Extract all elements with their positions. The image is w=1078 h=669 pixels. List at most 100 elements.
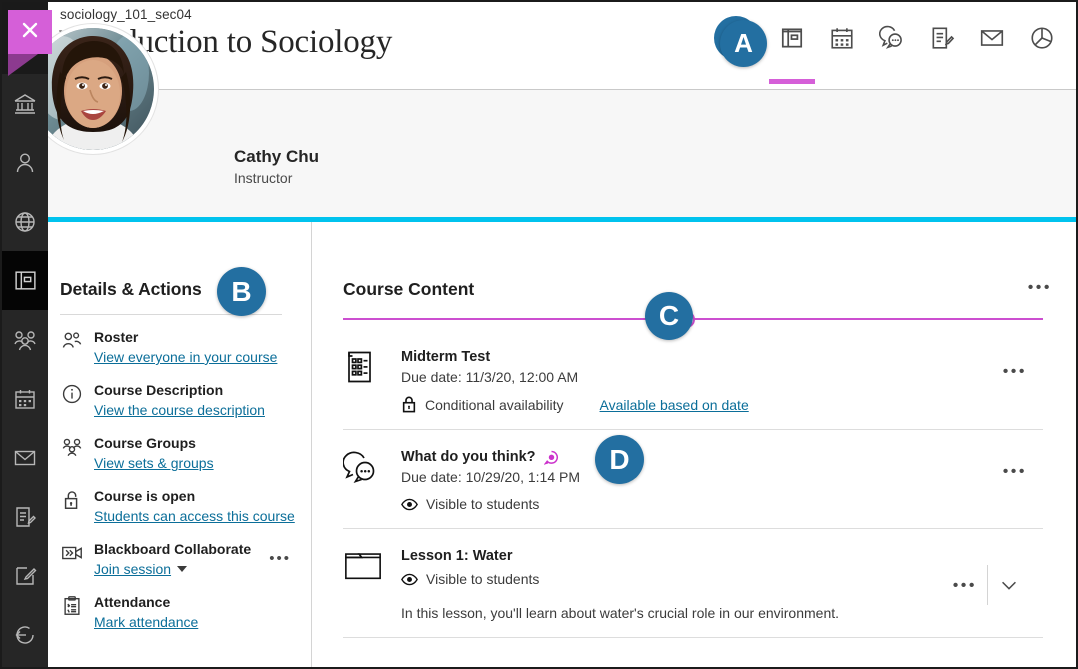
content-item-description: In this lesson, you'll learn about water… (401, 605, 840, 621)
grades-document-icon (13, 505, 37, 529)
folder-icon (343, 546, 401, 621)
tab-course-content[interactable] (769, 25, 815, 84)
calendar-icon (829, 25, 855, 56)
instructor-role: Instructor (234, 170, 293, 186)
pie-chart-icon (1029, 25, 1055, 56)
institution-icon (13, 92, 37, 116)
groups-people-icon (60, 434, 84, 474)
tab-analytics[interactable] (1026, 25, 1058, 57)
content-item-due-date: Due date: 10/29/20, 1:14 PM (401, 469, 581, 485)
detail-link-roster[interactable]: View everyone in your course (94, 349, 277, 365)
open-lock-icon (60, 487, 84, 527)
detail-title: Course Groups (94, 435, 196, 451)
course-id: sociology_101_sec04 (60, 7, 192, 22)
discussion-bubbles-icon (878, 25, 906, 57)
pencil-square-icon (13, 564, 37, 588)
roster-people-icon (60, 328, 84, 368)
lock-icon (401, 396, 417, 413)
course-content-title: Course Content (343, 279, 475, 299)
close-icon (19, 19, 41, 46)
envelope-icon (13, 446, 37, 470)
blackboard-course-page: sociology_101_sec04 Introduction to Soci… (0, 0, 1078, 669)
annotation-badge-d: D (595, 435, 644, 484)
detail-title: Course is open (94, 488, 196, 504)
detail-link-course-open[interactable]: Students can access this course (94, 508, 295, 524)
discussion-badge-icon (543, 450, 559, 465)
tab-messages[interactable] (976, 25, 1008, 57)
detail-row-collaborate: Blackboard Collaborate Join session ••• (60, 527, 311, 580)
content-item-overflow-menu[interactable]: ••• (1003, 464, 1027, 480)
content-item-midterm-test[interactable]: Midterm Test Due date: 11/3/20, 12:00 AM (343, 330, 1043, 430)
rail-item-grades[interactable] (2, 487, 48, 546)
rail-item-institution-page[interactable] (2, 74, 48, 133)
detail-title: Roster (94, 329, 139, 345)
envelope-icon (979, 25, 1005, 56)
eye-icon (401, 573, 418, 586)
discussion-icon (342, 447, 401, 512)
details-title: Details & Actions (60, 279, 202, 299)
main-content: Details & Actions Roster View everyone i… (48, 222, 1076, 667)
chevron-down-icon[interactable] (177, 566, 188, 572)
content-item-discussion[interactable]: What do you think? Due date: 10/29/20, 1… (342, 430, 1043, 529)
conditional-availability-link[interactable]: Available based on date (600, 397, 749, 413)
content-item-overflow-menu[interactable]: ••• (953, 578, 977, 594)
globe-icon (13, 210, 37, 234)
instructor-name: Cathy Chu (234, 147, 319, 166)
sign-out-icon (13, 623, 37, 647)
tab-gradebook[interactable] (926, 25, 958, 57)
detail-link-mark-attendance[interactable]: Mark attendance (94, 614, 198, 630)
detail-row-roster: Roster View everyone in your course (60, 315, 311, 368)
content-item-title: What do you think? (401, 449, 536, 465)
detail-row-attendance: Attendance Mark attendance (60, 580, 311, 633)
content-item-overflow-menu[interactable]: ••• (1003, 364, 1027, 380)
rail-item-activity-stream[interactable] (2, 192, 48, 251)
tab-discussions[interactable] (876, 25, 908, 57)
detail-row-course-groups: Course Groups View sets & groups (60, 421, 311, 474)
annotation-badge-a: A (720, 20, 767, 67)
detail-link-join-session[interactable]: Join session (94, 561, 171, 577)
detail-row-course-open: Course is open Students can access this … (60, 474, 311, 527)
course-content-panel: Course Content ••• Midterm Test Due date… (313, 222, 1076, 667)
collaborate-overflow-menu[interactable]: ••• (269, 551, 291, 566)
info-circle-icon (60, 381, 84, 421)
tab-calendar[interactable] (826, 25, 858, 57)
detail-link-course-description[interactable]: View the course description (94, 402, 265, 418)
cyan-divider (48, 217, 1076, 222)
course-header: sociology_101_sec04 Introduction to Soci… (48, 2, 1076, 90)
content-item-due-date: Due date: 11/3/20, 12:00 AM (401, 369, 579, 385)
test-icon (343, 347, 401, 413)
global-nav-rail (2, 2, 48, 667)
rail-item-messages[interactable] (2, 428, 48, 487)
rail-item-profile[interactable] (2, 133, 48, 192)
gradebook-icon (929, 25, 955, 56)
course-content-overflow-menu[interactable]: ••• (1028, 280, 1052, 296)
close-panel-button[interactable] (8, 10, 52, 76)
content-item-title: Lesson 1: Water (401, 548, 513, 564)
annotation-badge-c: C (645, 292, 693, 340)
rail-item-courses[interactable] (2, 251, 48, 310)
calendar-icon (13, 387, 37, 411)
people-group-icon (13, 328, 37, 352)
detail-row-course-description: Course Description View the course descr… (60, 368, 311, 421)
rail-item-sign-out[interactable] (2, 605, 48, 664)
instructor-band: Cathy Chu Instructor (48, 90, 1076, 220)
rail-item-calendar[interactable] (2, 369, 48, 428)
chevron-down-icon[interactable] (987, 565, 1029, 605)
attendance-clipboard-icon (60, 593, 84, 633)
courses-book-icon (13, 268, 38, 293)
annotation-badge-b: B (217, 267, 266, 316)
content-item-title: Midterm Test (401, 349, 491, 365)
content-item-lesson-folder[interactable]: Lesson 1: Water Visible to students In t… (343, 529, 1043, 638)
detail-link-course-groups[interactable]: View sets & groups (94, 455, 214, 471)
content-item-status: Visible to students (426, 571, 540, 587)
content-item-status: Visible to students (426, 496, 540, 512)
person-icon (13, 151, 37, 175)
content-item-status: Conditional availability (425, 396, 564, 413)
rail-item-organizations[interactable] (2, 310, 48, 369)
rail-item-tools[interactable] (2, 546, 48, 605)
detail-title: Course Description (94, 382, 224, 398)
collaborate-video-icon (60, 540, 84, 580)
details-and-actions-panel: Details & Actions Roster View everyone i… (48, 222, 312, 667)
eye-icon (401, 498, 418, 511)
content-book-icon (779, 25, 805, 56)
